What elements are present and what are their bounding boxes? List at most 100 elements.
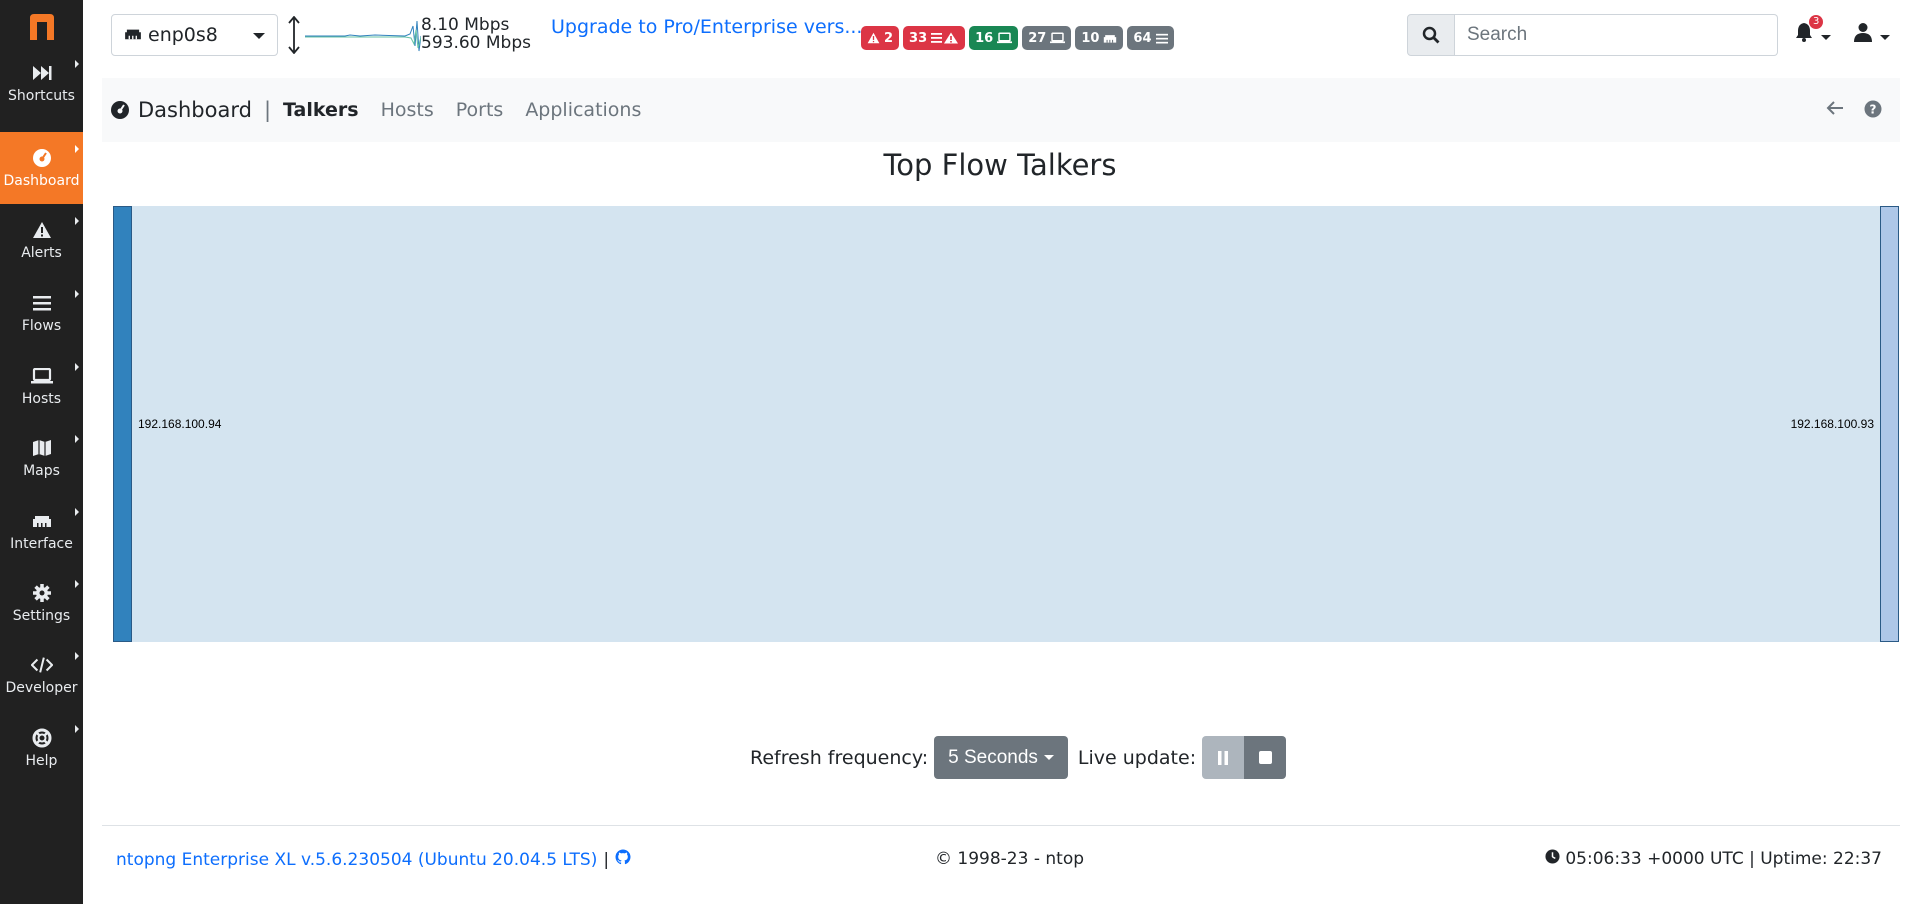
version-link[interactable]: ntopng Enterprise XL v.5.6.230504 (Ubunt… [116, 850, 597, 870]
caret-down-icon [1880, 35, 1891, 40]
user-icon [1854, 23, 1872, 42]
sidebar-item-label: Flows [21, 318, 62, 334]
server-time: 05:06:33 +0000 UTC | Uptime: 22:37 [1565, 849, 1882, 869]
caret-down-icon [253, 33, 265, 39]
chart-title: Top Flow Talkers [883, 148, 1117, 182]
sankey-node-label: 192.168.100.94 [138, 417, 222, 431]
clock-icon [1545, 849, 1560, 869]
sidebar-item-maps[interactable]: Maps [0, 422, 83, 494]
footer-status: 05:06:33 +0000 UTC | Uptime: 22:37 [1545, 849, 1882, 869]
caret-right-icon [75, 435, 79, 443]
back-arrow-icon[interactable] [1826, 100, 1844, 120]
sidebar-item-shortcuts[interactable]: Shortcuts [0, 47, 83, 119]
refresh-frequency-dropdown[interactable]: 5 Seconds [934, 736, 1068, 779]
sidebar-item-developer[interactable]: Developer [0, 639, 83, 711]
search-icon [1422, 26, 1440, 44]
ntop-logo[interactable] [0, 0, 83, 54]
sidebar-item-label: Hosts [21, 391, 62, 407]
tab-hosts[interactable]: Hosts [381, 99, 434, 121]
title-separator: | [263, 98, 272, 122]
badge-count: 64 [1133, 30, 1152, 46]
interface-select[interactable]: enp0s8 [111, 14, 278, 56]
caret-right-icon [75, 725, 79, 733]
footer-copyright: © 1998-23 - ntop [935, 849, 1085, 869]
refresh-controls: Refresh frequency: 5 Seconds Live update… [750, 736, 1287, 779]
laptop-icon [1050, 32, 1066, 44]
caret-down-icon [1821, 35, 1832, 40]
remote-hosts-badge[interactable]: 27 [1022, 26, 1072, 50]
throughput-readout: 8.10 Mbps 593.60 Mbps [421, 16, 531, 52]
devices-badge[interactable]: 10 [1075, 26, 1124, 50]
local-hosts-badge[interactable]: 16 [969, 26, 1019, 50]
search-button[interactable] [1407, 14, 1455, 56]
bars-icon [31, 292, 53, 314]
page-title: Dashboard [138, 98, 252, 122]
status-badges: 2 33 16 27 10 64 [861, 26, 1174, 50]
badge-count: 27 [1028, 30, 1047, 46]
download-speed: 593.60 Mbps [421, 33, 531, 53]
sidebar-item-alerts[interactable]: Alerts [0, 204, 83, 276]
search-group [1407, 14, 1778, 56]
flow-alert-icon [931, 32, 959, 44]
laptop-icon [997, 32, 1013, 44]
sankey-node[interactable] [1880, 206, 1899, 642]
upgrade-link[interactable]: Upgrade to Pro/Enterprise vers... [551, 16, 862, 38]
notifications-button[interactable]: 3 [1795, 15, 1832, 46]
caret-right-icon [75, 60, 79, 68]
github-icon[interactable] [615, 849, 631, 870]
flows-badge[interactable]: 64 [1127, 26, 1174, 50]
caret-right-icon [75, 580, 79, 588]
sidebar-item-label: Shortcuts [8, 88, 75, 104]
tab-talkers[interactable]: Talkers [283, 99, 359, 121]
warning-icon [31, 219, 53, 241]
bars-icon [1155, 33, 1168, 43]
caret-right-icon [75, 217, 79, 225]
gear-icon [31, 582, 53, 604]
sankey-link[interactable] [131, 206, 1881, 642]
sankey-node-label: 192.168.100.93 [1791, 417, 1875, 431]
sidebar-item-flows[interactable]: Flows [0, 277, 83, 349]
updown-arrow-icon [286, 15, 302, 58]
svg-text:?: ? [1870, 103, 1877, 117]
sidebar-item-label: Help [25, 753, 58, 769]
traffic-sparkline [305, 16, 422, 60]
pause-button[interactable] [1202, 736, 1245, 779]
refresh-value: 5 Seconds [948, 746, 1038, 768]
footer-divider [102, 825, 1900, 826]
badge-count: 10 [1081, 30, 1100, 46]
ethernet-icon [124, 26, 142, 45]
caret-right-icon [75, 652, 79, 660]
footer-version: ntopng Enterprise XL v.5.6.230504 (Ubunt… [116, 849, 631, 870]
stop-button[interactable] [1244, 736, 1287, 779]
caret-down-icon [1043, 755, 1054, 760]
flow-alerts-badge[interactable]: 33 [903, 26, 966, 50]
badge-count: 2 [884, 30, 894, 46]
sidebar-item-interface[interactable]: Interface [0, 495, 83, 567]
interface-name: enp0s8 [148, 24, 218, 46]
stop-icon [1258, 751, 1272, 764]
sidebar-item-label: Developer [5, 680, 78, 696]
refresh-label: Refresh frequency: [750, 746, 929, 769]
sidebar-item-label: Alerts [21, 245, 62, 261]
tab-ports[interactable]: Ports [456, 99, 504, 121]
sidebar-item-help[interactable]: Help [0, 712, 83, 784]
page-navbar: Dashboard | Talkers Hosts Ports Applicat… [102, 78, 1900, 142]
sidebar-item-settings[interactable]: Settings [0, 567, 83, 639]
laptop-icon [30, 365, 53, 387]
caret-right-icon [75, 363, 79, 371]
alerts-badge[interactable]: 2 [861, 26, 900, 50]
fast-forward-icon [31, 62, 53, 84]
search-input[interactable] [1455, 14, 1778, 56]
user-menu-button[interactable] [1854, 22, 1891, 46]
ethernet-icon [1104, 34, 1117, 43]
sankey-node[interactable] [113, 206, 132, 642]
map-icon [31, 437, 53, 459]
tab-applications[interactable]: Applications [525, 99, 641, 121]
caret-right-icon [75, 508, 79, 516]
footer-separator: | [603, 849, 610, 870]
sidebar-item-label: Settings [12, 608, 71, 624]
warning-icon [867, 32, 880, 44]
help-icon[interactable]: ? [1864, 100, 1882, 122]
notification-count: 3 [1809, 15, 1824, 29]
sidebar-item-hosts[interactable]: Hosts [0, 350, 83, 422]
